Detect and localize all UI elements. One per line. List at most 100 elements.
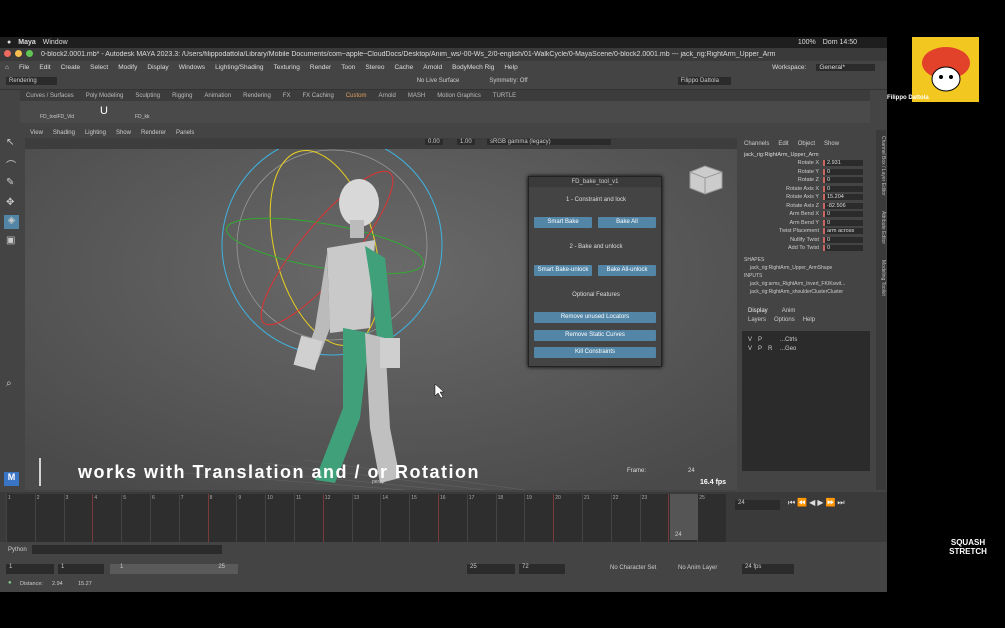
layer-row[interactable]: V P R ...Geo <box>742 343 870 352</box>
shelf-item-fd-kk[interactable]: FD_kk <box>135 114 149 120</box>
channel-row[interactable]: Twist Placement arm across <box>738 227 874 236</box>
range-start[interactable]: 1 <box>6 564 54 574</box>
menu-create[interactable]: Create <box>61 64 81 71</box>
menu-edit[interactable]: Edit <box>39 64 50 71</box>
current-frame-field[interactable]: 24 <box>735 500 780 510</box>
layer-name[interactable]: ...Ctrls <box>780 337 797 343</box>
anim-layer-dropdown[interactable]: No Anim Layer <box>678 565 717 571</box>
channel-value[interactable]: 15.204 <box>823 194 863 201</box>
side-tab-channelbox[interactable]: Channel Box / Layer Editor <box>880 136 886 196</box>
smart-bake-button[interactable]: Smart Bake <box>534 217 592 228</box>
shelf-tab-fx-caching[interactable]: FX Caching <box>302 93 333 99</box>
menu-cache[interactable]: Cache <box>394 64 413 71</box>
select-tool-icon[interactable]: ↖ <box>6 137 14 148</box>
channel-value[interactable]: 2.931 <box>823 160 863 167</box>
channel-row[interactable]: Rotate Axis X 0 <box>738 185 874 194</box>
menu-bodymech[interactable]: BodyMech Rig <box>452 64 494 71</box>
bake-all-button[interactable]: Bake All <box>598 217 656 228</box>
live-surface[interactable]: No Live Surface <box>417 78 460 84</box>
workspace-dropdown[interactable]: General* <box>816 63 875 71</box>
timeline[interactable]: 1234567891011121314151617181920212223242… <box>0 492 887 542</box>
menu-file[interactable]: File <box>19 64 29 71</box>
range-end2[interactable]: 72 <box>519 564 565 574</box>
channel-value[interactable]: 0 <box>823 245 863 252</box>
shelf-tab-curves[interactable]: Curves / Surfaces <box>26 93 74 99</box>
layer-ref[interactable]: R <box>768 346 774 352</box>
vp-menu-show[interactable]: Show <box>116 130 131 136</box>
range-start2[interactable]: 1 <box>58 564 104 574</box>
app-menu[interactable]: Maya <box>18 39 36 46</box>
shelf-tab-poly[interactable]: Poly Modeling <box>86 93 124 99</box>
move-tool-icon[interactable]: ✥ <box>6 197 14 208</box>
channel-row[interactable]: Arm Bend X 0 <box>738 210 874 219</box>
anim-tab[interactable]: Anim <box>782 308 796 314</box>
shelf-tab-rendering[interactable]: Rendering <box>243 93 271 99</box>
shelf-tab-arnold[interactable]: Arnold <box>379 93 396 99</box>
menu-texturing[interactable]: Texturing <box>274 64 300 71</box>
menu-lighting[interactable]: Lighting/Shading <box>215 64 263 71</box>
edit-tab[interactable]: Edit <box>778 141 788 147</box>
menu-display[interactable]: Display <box>147 64 168 71</box>
user-dropdown[interactable]: Filippo Dattola <box>677 77 731 85</box>
object-tab[interactable]: Object <box>798 141 815 147</box>
menu-render[interactable]: Render <box>310 64 331 71</box>
channel-value[interactable]: 0 <box>823 211 863 218</box>
menu-toon[interactable]: Toon <box>341 64 355 71</box>
character-set-dropdown[interactable]: No Character Set <box>610 565 656 571</box>
layer-playback[interactable]: P <box>758 346 762 352</box>
input-item[interactable]: jack_rig:RightArm_shoulderClusterCluster <box>738 287 874 295</box>
layers-menu[interactable]: Layers <box>748 317 766 323</box>
scale-tool-icon[interactable]: ▣ <box>6 235 15 246</box>
view-cube[interactable] <box>689 165 723 195</box>
range-end1[interactable]: 25 <box>467 564 515 574</box>
kill-constraints-button[interactable]: Kill Constraints <box>534 347 656 358</box>
shelf-tab-fx[interactable]: FX <box>283 93 291 99</box>
smart-bake-unlock-button[interactable]: Smart Bake-unlock <box>534 265 592 276</box>
display-tab[interactable]: Display <box>748 308 768 314</box>
playback-controls[interactable]: ⏮⏪◀▶⏩⏭ <box>788 498 847 508</box>
bake-all-unlock-button[interactable]: Bake All-unlock <box>598 265 656 276</box>
layer-name[interactable]: ...Geo <box>780 346 796 352</box>
shelf-tab-turtle[interactable]: TURTLE <box>493 93 516 99</box>
channel-row[interactable]: Rotate X 2.931 <box>738 159 874 168</box>
shelf-item-u[interactable]: U <box>100 105 108 117</box>
mode-dropdown[interactable]: Rendering <box>6 77 57 85</box>
colorspace-dropdown[interactable]: sRGB gamma (legacy) <box>487 139 611 145</box>
channel-value[interactable]: 0 <box>823 219 863 226</box>
remove-curves-button[interactable]: Remove Static Curves <box>534 330 656 341</box>
vp-menu-lighting[interactable]: Lighting <box>85 130 106 136</box>
symmetry-dropdown[interactable]: Symmetry: Off <box>489 78 527 84</box>
vp-menu-renderer[interactable]: Renderer <box>141 130 166 136</box>
channel-value[interactable]: 0 <box>823 236 863 243</box>
remove-locators-button[interactable]: Remove unused Locators <box>534 312 656 323</box>
shelf-tab-custom[interactable]: Custom <box>346 93 367 99</box>
channel-value[interactable]: -82.506 <box>823 202 863 209</box>
input-item[interactable]: jack_rig:arms_RightArm_Invert_FKIKswit..… <box>738 279 874 287</box>
channel-row[interactable]: Rotate Z 0 <box>738 176 874 185</box>
channel-row[interactable]: Arm Bend Y 0 <box>738 219 874 228</box>
lasso-tool-icon[interactable]: ⌒ <box>6 157 16 172</box>
shelf-tab-mash[interactable]: MASH <box>408 93 425 99</box>
home-icon[interactable]: ⌂ <box>5 64 9 71</box>
search-icon[interactable]: ⌕ <box>6 378 12 389</box>
channel-row[interactable]: Rotate Axis Z -82.506 <box>738 202 874 211</box>
range-slider[interactable]: 1 25 <box>110 564 238 574</box>
channel-row[interactable]: Nullify Twist 0 <box>738 236 874 245</box>
channel-row[interactable]: Rotate Y 0 <box>738 168 874 177</box>
menu-select[interactable]: Select <box>90 64 108 71</box>
paint-tool-icon[interactable]: ✎ <box>6 177 14 188</box>
apple-icon[interactable]: ● <box>7 39 11 46</box>
shelf-tab-sculpting[interactable]: Sculpting <box>135 93 160 99</box>
shelf-tab-rigging[interactable]: Rigging <box>172 93 192 99</box>
show-tab[interactable]: Show <box>824 141 839 147</box>
window-menu[interactable]: Window <box>43 39 68 46</box>
channel-value[interactable]: 0 <box>823 168 863 175</box>
channel-value[interactable]: 0 <box>823 185 863 192</box>
time-slider[interactable]: 1234567891011121314151617181920212223242… <box>6 494 726 542</box>
help-menu[interactable]: Help <box>803 317 815 323</box>
shelf-tab-animation[interactable]: Animation <box>204 93 231 99</box>
channel-row[interactable]: Rotate Axis Y 15.204 <box>738 193 874 202</box>
channel-value[interactable]: 0 <box>823 177 863 184</box>
options-menu[interactable]: Options <box>774 317 795 323</box>
exposure-field[interactable]: 0.00 <box>425 139 443 145</box>
